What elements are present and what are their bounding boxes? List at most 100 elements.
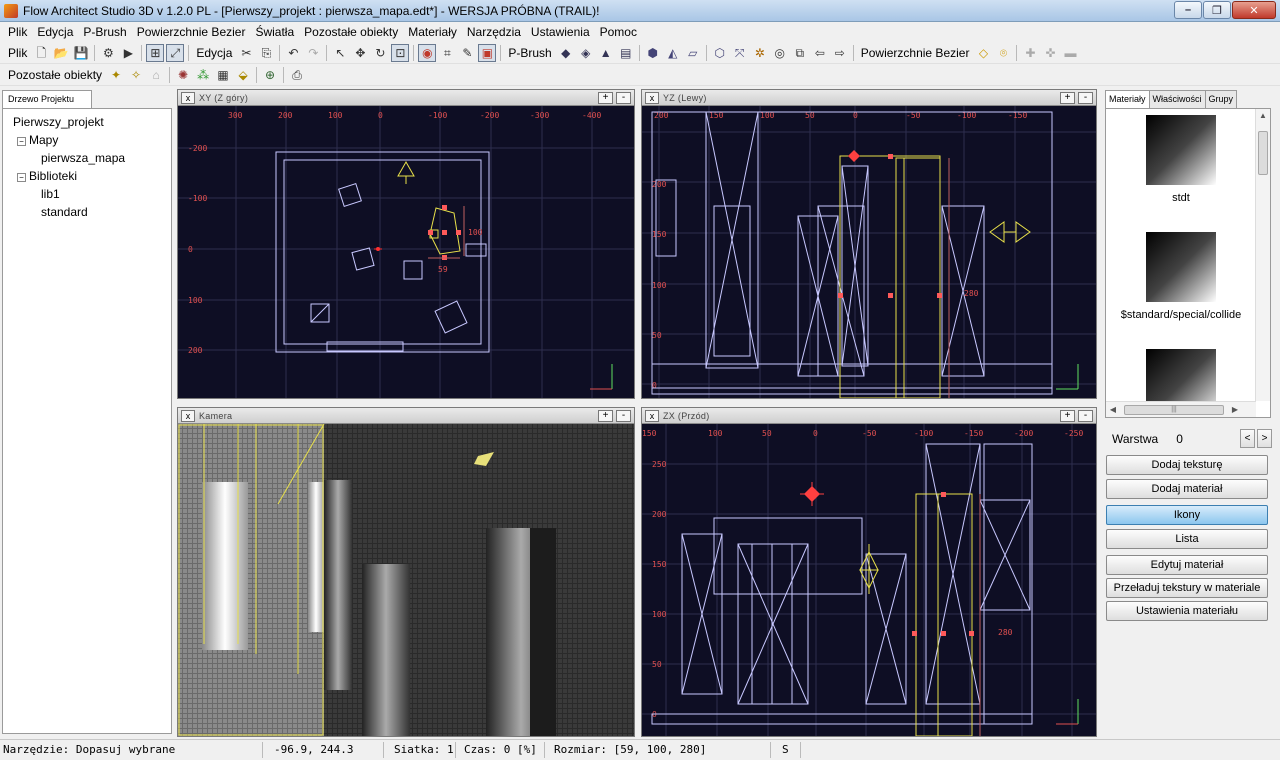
horizontal-scrollbar[interactable]: ◀ ||| ▶ — [1106, 401, 1256, 417]
zx-canvas[interactable]: 150 100 50 0 -50 -100 -150 -200 -250 250… — [642, 424, 1096, 736]
tab-project-tree[interactable]: Drzewo Projektu — [2, 90, 92, 108]
vertical-scrollbar[interactable]: ▲ — [1255, 109, 1270, 401]
viewport-close-button[interactable]: x — [645, 91, 659, 104]
viewport-xy[interactable]: x XY (Z góry) + - 300 200 100 0 -100 -20… — [177, 89, 635, 399]
grid-snap-icon[interactable]: ⌗ — [438, 44, 456, 62]
camera-canvas[interactable] — [178, 424, 634, 736]
reload-textures-button[interactable]: Przeładuj tekstury w materiale — [1106, 578, 1268, 598]
layer-next-button[interactable]: > — [1257, 429, 1272, 448]
scale-icon[interactable]: ⊡ — [391, 43, 410, 62]
bezier-remove-icon[interactable]: ▬ — [1061, 44, 1079, 62]
open-folder-icon[interactable]: 📂 — [52, 44, 70, 62]
tree-node-map[interactable]: pierwsza_mapa — [13, 149, 171, 167]
bezier-add-row-icon[interactable]: ✚ — [1021, 44, 1039, 62]
scroll-up-icon[interactable]: ▲ — [1256, 109, 1270, 123]
menu-plik[interactable]: Plik — [3, 22, 32, 42]
tree-node-standard[interactable]: standard — [13, 203, 171, 221]
layer-prev-button[interactable]: < — [1240, 429, 1255, 448]
maximize-button[interactable]: ❐ — [1203, 1, 1231, 19]
tree-node-libraries[interactable]: − Biblioteki — [13, 167, 171, 185]
vertex-edit-icon[interactable]: ⬡ — [711, 44, 729, 62]
zoom-in-button[interactable]: + — [598, 92, 613, 104]
brush-sphere-icon[interactable]: ⬢ — [644, 44, 662, 62]
menu-ustawienia[interactable]: Ustawienia — [526, 22, 595, 42]
scroll-right-icon[interactable]: ▶ — [1228, 405, 1242, 414]
add-material-button[interactable]: Dodaj materiał — [1106, 479, 1268, 499]
viewport-zx[interactable]: x ZX (Przód) + - 150 100 50 0 -50 -100 -… — [641, 407, 1097, 737]
zoom-in-button[interactable]: + — [598, 410, 613, 422]
move-icon[interactable]: ✥ — [351, 44, 369, 62]
brush-stairs-icon[interactable]: ▤ — [617, 44, 635, 62]
menu-materialy[interactable]: Materiały — [403, 22, 462, 42]
face-edit-icon[interactable]: ✲ — [751, 44, 769, 62]
icons-view-button[interactable]: Ikony — [1106, 505, 1268, 525]
pivot-icon[interactable]: ⊕ — [261, 66, 279, 84]
view-layout-icon[interactable]: ⊞ — [146, 43, 165, 62]
redo-icon[interactable]: ↷ — [304, 44, 322, 62]
save-icon[interactable]: 💾 — [72, 44, 90, 62]
xy-canvas[interactable]: 300 200 100 0 -100 -200 -300 -400 -200 -… — [178, 106, 634, 398]
select-arrow-icon[interactable]: ↖ — [331, 44, 349, 62]
viewport-close-button[interactable]: x — [181, 91, 195, 104]
prefab-icon[interactable]: ⎙ — [288, 66, 306, 84]
list-view-button[interactable]: Lista — [1106, 529, 1268, 549]
zoom-out-button[interactable]: - — [1078, 410, 1093, 422]
mirror-right-icon[interactable]: ⇨ — [831, 44, 849, 62]
model-icon[interactable]: ⬙ — [234, 66, 252, 84]
zoom-out-button[interactable]: - — [616, 410, 631, 422]
cut-icon[interactable]: ✂ — [237, 44, 255, 62]
viewport-yz[interactable]: x YZ (Lewy) + - 200 150 100 50 0 -50 -10… — [641, 89, 1097, 399]
brush-cylinder-icon[interactable]: ◈ — [577, 44, 595, 62]
tab-properties[interactable]: Właściwości — [1148, 90, 1206, 108]
csg-icon[interactable]: ▣ — [478, 43, 497, 62]
viewport-close-button[interactable]: x — [645, 409, 659, 422]
mirror-left-icon[interactable]: ⇦ — [811, 44, 829, 62]
merge-icon[interactable]: ⧉ — [791, 44, 809, 62]
collapse-toggle-icon[interactable]: − — [17, 173, 26, 182]
spotlight-icon[interactable]: ✧ — [127, 66, 145, 84]
menu-powierzchnie-bezier[interactable]: Powierzchnie Bezier — [132, 22, 251, 42]
tab-materials[interactable]: Materiały — [1105, 90, 1150, 109]
tree-node-project[interactable]: Pierwszy_projekt — [13, 113, 171, 131]
menu-pozostale-obiekty[interactable]: Pozostałe obiekty — [299, 22, 403, 42]
snap-icon[interactable]: ◉ — [418, 43, 437, 62]
zoom-out-button[interactable]: - — [616, 92, 631, 104]
camera-object-icon[interactable]: ⌂ — [147, 66, 165, 84]
viewport-camera[interactable]: x Kamera + - — [177, 407, 635, 737]
paint-icon[interactable]: ✎ — [458, 44, 476, 62]
add-texture-button[interactable]: Dodaj teksturę — [1106, 455, 1268, 475]
scroll-thumb[interactable]: ||| — [1124, 404, 1224, 415]
particles-icon[interactable]: ⁂ — [194, 66, 212, 84]
new-file-icon[interactable]: 🗋 — [32, 44, 50, 62]
zoom-in-button[interactable]: + — [1060, 92, 1075, 104]
entity-icon[interactable]: ✺ — [174, 66, 192, 84]
yz-canvas[interactable]: 200 150 100 50 0 -50 -100 -150 200 150 1… — [642, 106, 1096, 398]
clip-icon[interactable]: ◎ — [771, 44, 789, 62]
collapse-toggle-icon[interactable]: − — [17, 137, 26, 146]
edit-material-button[interactable]: Edytuj materiał — [1106, 555, 1268, 575]
menu-edycja[interactable]: Edycja — [32, 22, 78, 42]
menu-swiatla[interactable]: Światła — [250, 22, 299, 42]
rotate-icon[interactable]: ↻ — [371, 44, 389, 62]
edge-edit-icon[interactable]: ⤧ — [731, 44, 749, 62]
material-item[interactable]: $standard/special/collide — [1106, 232, 1256, 321]
bezier-patch-icon[interactable]: ◇ — [974, 44, 992, 62]
material-item[interactable]: stdt — [1106, 115, 1256, 204]
bezier-cylinder-icon[interactable]: ⌾ — [994, 44, 1012, 62]
brush-wedge-icon[interactable]: ◭ — [664, 44, 682, 62]
tree-node-maps[interactable]: − Mapy — [13, 131, 171, 149]
bezier-add-col-icon[interactable]: ✜ — [1041, 44, 1059, 62]
tab-groups[interactable]: Grupy — [1204, 90, 1238, 108]
menu-narzedzia[interactable]: Narzędzia — [462, 22, 526, 42]
scroll-thumb[interactable] — [1258, 131, 1268, 175]
menu-pomoc[interactable]: Pomoc — [595, 22, 642, 42]
material-settings-button[interactable]: Ustawienia materiału — [1106, 601, 1268, 621]
checker-icon[interactable]: ▦ — [214, 66, 232, 84]
scroll-left-icon[interactable]: ◀ — [1106, 405, 1120, 414]
copy-icon[interactable]: ⎘ — [257, 44, 275, 62]
menu-p-brush[interactable]: P-Brush — [78, 22, 131, 42]
run-preview-icon[interactable]: ▶ — [119, 44, 137, 62]
viewport-close-button[interactable]: x — [181, 409, 195, 422]
minimize-button[interactable]: – — [1174, 1, 1202, 19]
zoom-out-button[interactable]: - — [1078, 92, 1093, 104]
